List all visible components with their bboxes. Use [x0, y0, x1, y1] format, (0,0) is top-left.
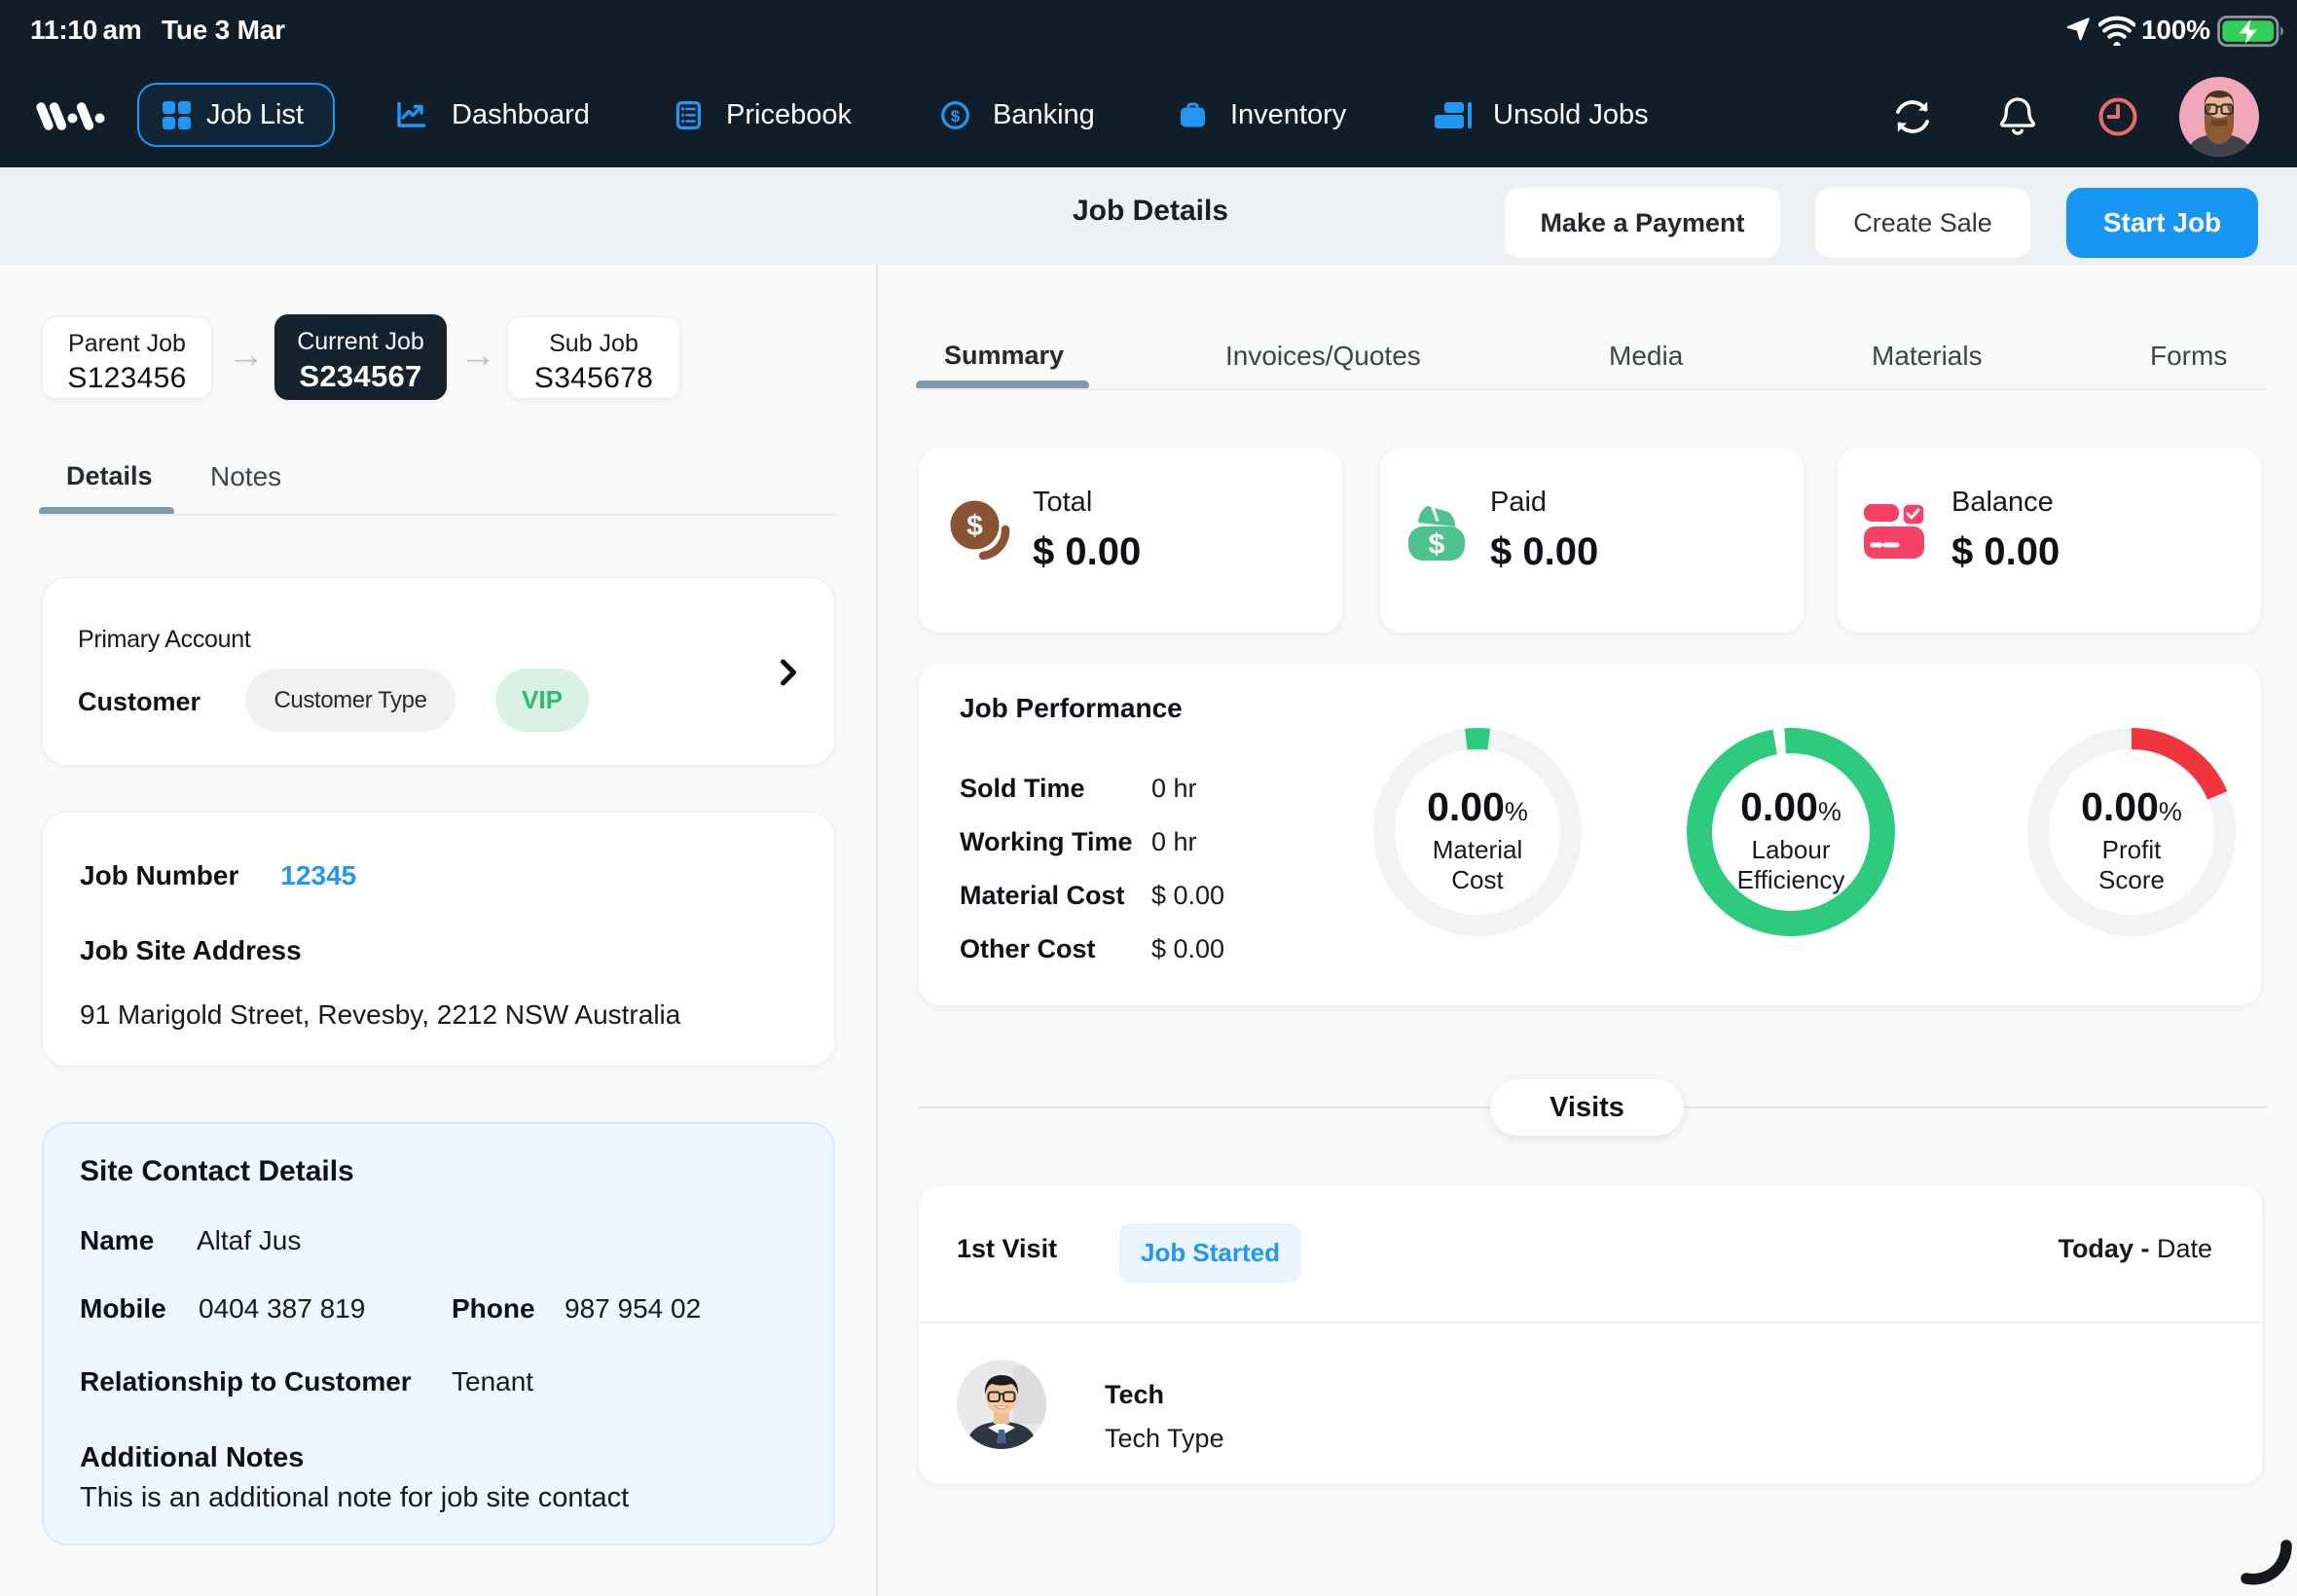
svg-text:$: $ — [1429, 528, 1445, 561]
svg-text:$: $ — [951, 107, 961, 126]
svg-text:$: $ — [966, 510, 983, 542]
